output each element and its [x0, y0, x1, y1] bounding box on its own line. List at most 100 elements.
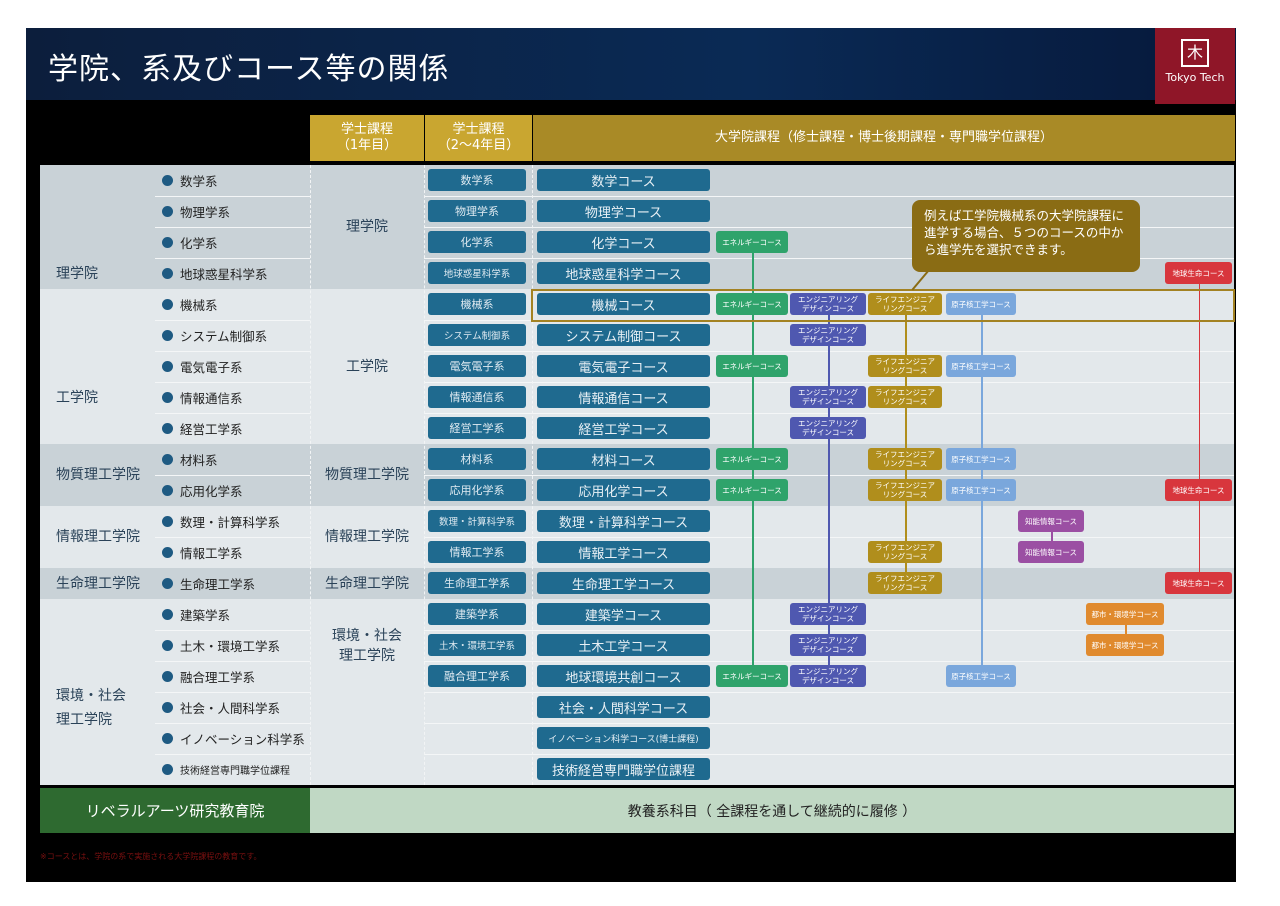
course-chip-energy: エネルギーコース: [716, 355, 788, 377]
bachelor-department-box: 地球惑星科学系: [428, 262, 526, 284]
department-8: 情報通信系: [162, 382, 243, 413]
column-divider: [424, 165, 425, 785]
mechanical-highlight-frame: [531, 289, 1235, 322]
course-chip-earthlife: 地球生命コース: [1165, 262, 1232, 284]
bullet-icon: [162, 516, 173, 527]
department-2: 物理学系: [162, 196, 230, 227]
graduate-course-box: イノベーション科学コース(博士課程): [537, 727, 710, 749]
department-name: 物理学系: [180, 202, 230, 221]
first-year-school: 理学院: [310, 165, 424, 289]
course-chip-earthlife: 地球生命コース: [1165, 479, 1232, 501]
graduate-course-box: 土木工学コース: [537, 634, 710, 656]
department-12: 数理・計算科学系: [162, 506, 280, 537]
bullet-icon: [162, 392, 173, 403]
course-chip-energy: エネルギーコース: [716, 665, 788, 687]
department-name: 機械系: [180, 295, 218, 314]
graduate-course-box: 地球環境共創コース: [537, 665, 710, 687]
bachelor-department-box: 経営工学系: [428, 417, 526, 439]
bullet-icon: [162, 330, 173, 341]
bullet-icon: [162, 578, 173, 589]
course-chip-nuclear: 原子核工学コース: [946, 355, 1016, 377]
department-name: 化学系: [180, 233, 218, 252]
course-chip-urban: 都市・環境学コース: [1086, 634, 1164, 656]
course-chip-design: エンジニアリング デザインコース: [790, 324, 866, 346]
row-divider: [424, 723, 1234, 724]
department-name: 材料系: [180, 450, 218, 469]
course-chip-life: ライフエンジニア リングコース: [868, 448, 942, 470]
row-divider: [424, 754, 1234, 755]
bachelor-department-box: 生命理工学系: [428, 572, 526, 594]
bachelor-department-box: 融合理工学系: [428, 665, 526, 687]
page-title: 学院、系及びコース等の関係: [48, 44, 450, 88]
department-3: 化学系: [162, 227, 218, 258]
first-year-school: 物質理工学院: [310, 444, 424, 506]
bullet-icon: [162, 733, 173, 744]
first-year-school: 工学院: [310, 289, 424, 444]
course-chip-urban: 都市・環境学コース: [1086, 603, 1164, 625]
department-15: 建築学系: [162, 599, 230, 630]
graduate-course-box: 地球惑星科学コース: [537, 262, 710, 284]
department-name: 情報通信系: [180, 388, 243, 407]
department-name: 情報工学系: [180, 543, 243, 562]
department-18: 社会・人間科学系: [162, 692, 280, 723]
bullet-icon: [162, 547, 173, 558]
bullet-icon: [162, 702, 173, 713]
department-5: 機械系: [162, 289, 218, 320]
logo-text: Tokyo Tech: [1155, 71, 1235, 84]
course-chip-design: エンジニアリング デザインコース: [790, 417, 866, 439]
department-name: 融合理工学系: [180, 667, 255, 686]
department-11: 応用化学系: [162, 475, 243, 506]
department-13: 情報工学系: [162, 537, 243, 568]
bachelor-department-box: 数学系: [428, 169, 526, 191]
course-chip-energy: エネルギーコース: [716, 448, 788, 470]
graduate-course-box: 数理・計算科学コース: [537, 510, 710, 532]
bullet-icon: [162, 485, 173, 496]
department-20: 技術経営専門職学位課程: [162, 754, 290, 785]
liberal-arts-subjects: 教養系科目（ 全課程を通して継続的に履修 ）: [310, 788, 1234, 833]
header-first-year: 学士課程 （1年目）: [310, 115, 424, 161]
liberal-arts-institute: リベラルアーツ研究教育院: [40, 788, 310, 833]
course-chip-intelligence: 知能情報コース: [1018, 541, 1084, 563]
row-divider: [424, 196, 1234, 197]
school-label: 物質理工学院: [40, 444, 155, 506]
course-chip-design: エンジニアリング デザインコース: [790, 634, 866, 656]
department-7: 電気電子系: [162, 351, 243, 382]
first-year-school: 環境・社会 理工学院: [310, 599, 424, 692]
department-1: 数学系: [162, 165, 218, 196]
department-name: 生命理工学系: [180, 574, 255, 593]
department-name: 数学系: [180, 171, 218, 190]
bachelor-department-box: 機械系: [428, 293, 526, 315]
department-name: 建築学系: [180, 605, 230, 624]
logo-mark-icon: 木: [1181, 39, 1209, 67]
bachelor-department-box: 建築学系: [428, 603, 526, 625]
bullet-icon: [162, 299, 173, 310]
header-second-to-fourth-year: 学士課程 （2〜4年目）: [425, 115, 532, 161]
bullet-icon: [162, 268, 173, 279]
course-chip-life: ライフエンジニア リングコース: [868, 355, 942, 377]
graduate-course-box: 数学コース: [537, 169, 710, 191]
bullet-icon: [162, 640, 173, 651]
course-chip-design: エンジニアリング デザインコース: [790, 665, 866, 687]
department-name: 数理・計算科学系: [180, 512, 280, 531]
bachelor-department-box: 数理・計算科学系: [428, 510, 526, 532]
first-year-school: 生命理工学院: [310, 568, 424, 599]
department-name: 地球惑星科学系: [180, 264, 268, 283]
department-name: 社会・人間科学系: [180, 698, 280, 717]
bachelor-department-box: 応用化学系: [428, 479, 526, 501]
footnote: ※コースとは、学院の系で実施される大学院課程の教育です。: [40, 851, 262, 862]
column-divider: [532, 165, 533, 785]
department-name: 経営工学系: [180, 419, 243, 438]
graduate-course-box: 応用化学コース: [537, 479, 710, 501]
bullet-icon: [162, 764, 173, 775]
school-label: 環境・社会 理工学院: [40, 661, 155, 754]
graduate-course-box: 情報工学コース: [537, 541, 710, 563]
department-10: 材料系: [162, 444, 218, 475]
bachelor-department-box: 情報工学系: [428, 541, 526, 563]
school-label: 情報理工学院: [40, 506, 155, 568]
graduate-course-box: 物理学コース: [537, 200, 710, 222]
graduate-course-box: システム制御コース: [537, 324, 710, 346]
graduate-course-box: 経営工学コース: [537, 417, 710, 439]
department-name: 応用化学系: [180, 481, 243, 500]
course-chip-energy: エネルギーコース: [716, 479, 788, 501]
department-14: 生命理工学系: [162, 568, 255, 599]
